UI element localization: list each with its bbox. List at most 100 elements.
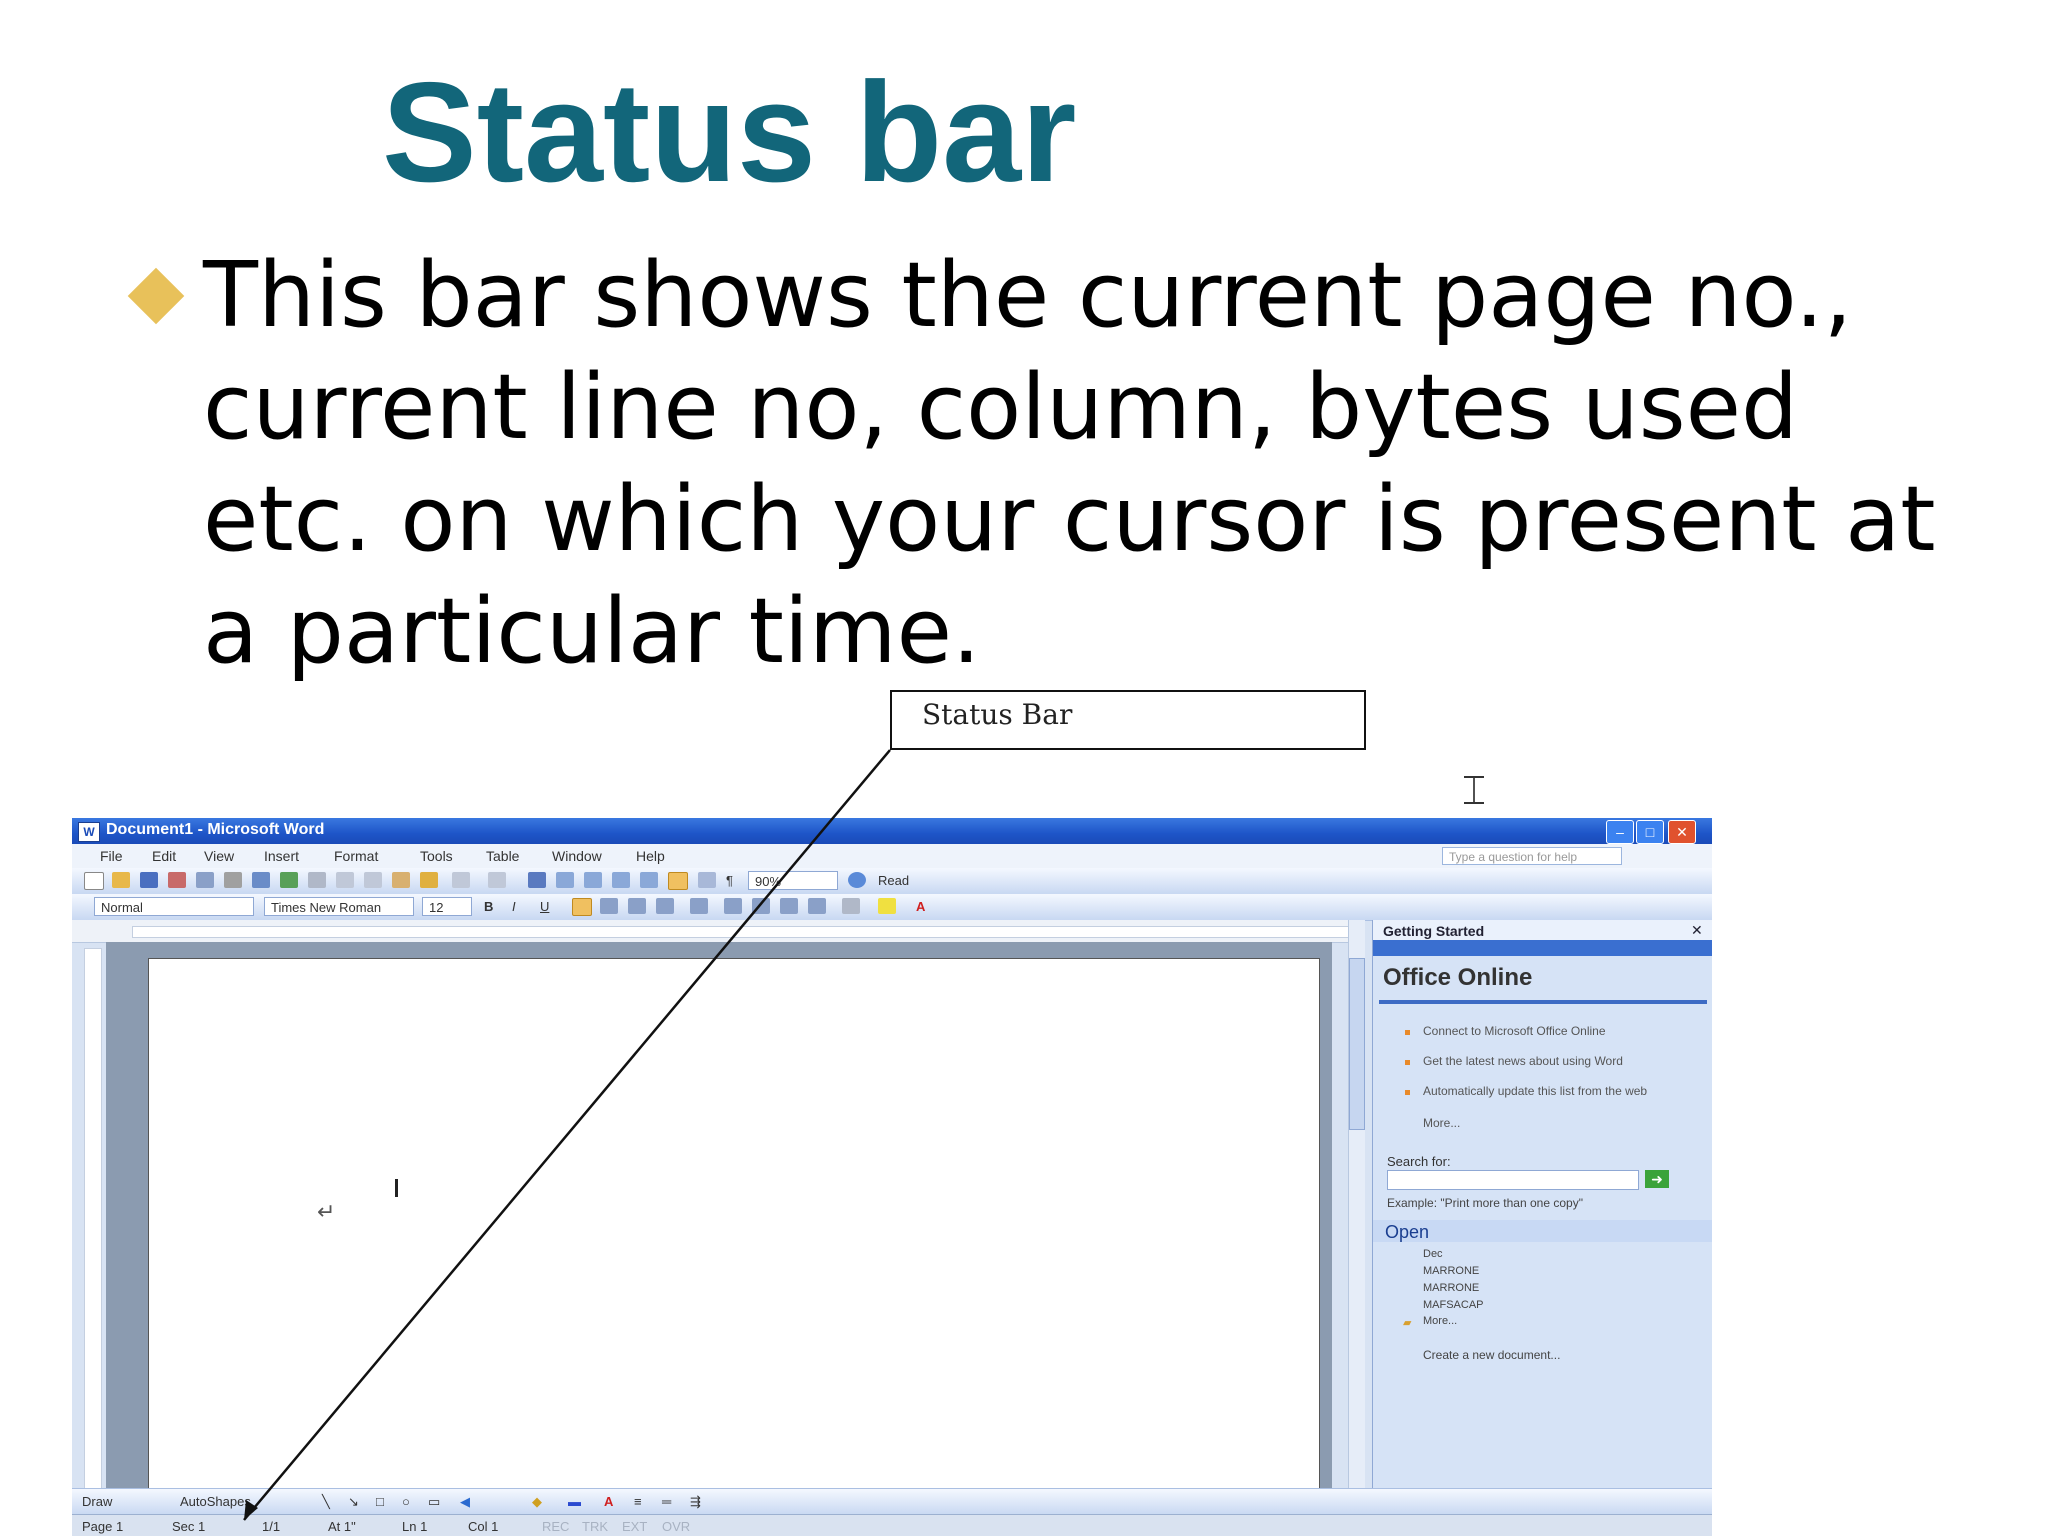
- undo-icon[interactable]: [452, 872, 470, 888]
- menu-table[interactable]: Table: [486, 848, 519, 864]
- fill-color-icon[interactable]: ◆: [532, 1494, 542, 1510]
- borders-icon[interactable]: [842, 898, 860, 914]
- draw-menu[interactable]: Draw: [82, 1494, 112, 1509]
- link-latest-news[interactable]: Get the latest news about using Word: [1423, 1054, 1703, 1068]
- vertical-ruler[interactable]: [84, 948, 102, 1490]
- menu-format[interactable]: Format: [334, 848, 378, 864]
- task-pane-nav[interactable]: [1373, 940, 1712, 956]
- status-pages: 1/1: [262, 1519, 281, 1534]
- paste-icon[interactable]: [392, 872, 410, 888]
- highlight-icon[interactable]: [878, 898, 896, 914]
- hyperlink-icon[interactable]: [528, 872, 546, 888]
- dash-style-icon[interactable]: ═: [662, 1494, 671, 1509]
- insert-table-icon[interactable]: [584, 872, 602, 888]
- vertical-scroll-thumb[interactable]: [1349, 958, 1365, 1130]
- font-select[interactable]: Times New Roman: [264, 897, 414, 916]
- format-painter-icon[interactable]: [420, 872, 438, 888]
- menu-file[interactable]: File: [100, 848, 123, 864]
- columns-icon[interactable]: [640, 872, 658, 888]
- minimize-button[interactable]: –: [1606, 820, 1634, 844]
- line-style-icon[interactable]: ≡: [634, 1494, 642, 1509]
- status-ovr[interactable]: OVR: [662, 1519, 690, 1534]
- bullets-icon[interactable]: [752, 898, 770, 914]
- word-window: W Document1 - Microsoft Word – □ ✕ File …: [72, 818, 1712, 1536]
- menu-tools[interactable]: Tools: [420, 848, 453, 864]
- spelling-icon[interactable]: [280, 872, 298, 888]
- increase-indent-icon[interactable]: [808, 898, 826, 914]
- bullet-diamond-icon: [127, 267, 185, 325]
- font-color-icon[interactable]: A: [916, 899, 925, 914]
- link-more[interactable]: More...: [1423, 1116, 1703, 1130]
- menu-edit[interactable]: Edit: [152, 848, 176, 864]
- close-icon[interactable]: ✕: [1691, 922, 1703, 939]
- arrow-style-icon[interactable]: ⇶: [690, 1494, 701, 1510]
- wordart-icon[interactable]: ◀: [460, 1494, 470, 1510]
- create-new-document-link[interactable]: Create a new document...: [1423, 1348, 1560, 1362]
- bold-icon[interactable]: B: [484, 899, 493, 914]
- style-select[interactable]: Normal: [94, 897, 254, 916]
- open-folder-icon[interactable]: [112, 872, 130, 888]
- permission-icon[interactable]: [168, 872, 186, 888]
- close-button[interactable]: ✕: [1668, 820, 1696, 844]
- numbering-icon[interactable]: [724, 898, 742, 914]
- line-color-icon[interactable]: ▬: [568, 1494, 581, 1509]
- textbox-icon[interactable]: ▭: [428, 1494, 440, 1510]
- recent-file[interactable]: Dec: [1423, 1248, 1443, 1260]
- recent-file[interactable]: MARRONE: [1423, 1265, 1479, 1277]
- menu-view[interactable]: View: [204, 848, 234, 864]
- tables-borders-icon[interactable]: [556, 872, 574, 888]
- open-more-link[interactable]: More...: [1423, 1315, 1457, 1327]
- task-pane-title[interactable]: Getting Started: [1383, 923, 1484, 939]
- arrow-icon[interactable]: ↘: [348, 1494, 359, 1510]
- rectangle-icon[interactable]: □: [376, 1494, 384, 1509]
- underline-icon[interactable]: U: [540, 899, 549, 914]
- help-search-input[interactable]: Type a question for help: [1442, 847, 1622, 865]
- maximize-button[interactable]: □: [1636, 820, 1664, 844]
- align-center-icon[interactable]: [600, 898, 618, 914]
- search-input[interactable]: [1387, 1170, 1639, 1190]
- draw-font-color-icon[interactable]: A: [604, 1494, 613, 1509]
- status-ext[interactable]: EXT: [622, 1519, 647, 1534]
- email-icon[interactable]: [196, 872, 214, 888]
- italic-icon[interactable]: I: [512, 899, 516, 914]
- line-spacing-icon[interactable]: [690, 898, 708, 914]
- menu-help[interactable]: Help: [636, 848, 665, 864]
- status-trk[interactable]: TRK: [582, 1519, 608, 1534]
- font-size-select[interactable]: 12: [422, 897, 472, 916]
- zoom-select[interactable]: 90%: [748, 871, 838, 890]
- print-preview-icon[interactable]: [252, 872, 270, 888]
- research-icon[interactable]: [308, 872, 326, 888]
- link-connect-office-online[interactable]: Connect to Microsoft Office Online: [1423, 1024, 1703, 1038]
- status-rec[interactable]: REC: [542, 1519, 569, 1534]
- align-right-icon[interactable]: [628, 898, 646, 914]
- drawing-toolbar: Draw AutoShapes ╲ ↘ □ ○ ▭ ◀ ◆ ▬ A ≡ ═ ⇶: [72, 1488, 1712, 1515]
- read-button[interactable]: Read: [878, 873, 909, 888]
- search-go-icon[interactable]: ➜: [1645, 1170, 1669, 1188]
- redo-icon[interactable]: [488, 872, 506, 888]
- drawing-icon[interactable]: [668, 872, 688, 890]
- oval-icon[interactable]: ○: [402, 1494, 410, 1509]
- show-hide-icon[interactable]: ¶: [726, 873, 733, 888]
- menu-window[interactable]: Window: [552, 848, 602, 864]
- recent-file[interactable]: MARRONE: [1423, 1282, 1479, 1294]
- copy-icon[interactable]: [364, 872, 382, 888]
- justify-icon[interactable]: [656, 898, 674, 914]
- horizontal-ruler[interactable]: [72, 920, 1364, 943]
- menu-insert[interactable]: Insert: [264, 848, 299, 864]
- new-document-icon[interactable]: [84, 872, 104, 890]
- help-icon[interactable]: [848, 872, 866, 888]
- autoshapes-menu[interactable]: AutoShapes: [180, 1494, 251, 1509]
- save-icon[interactable]: [140, 872, 158, 888]
- align-left-icon[interactable]: [572, 898, 592, 916]
- recent-file[interactable]: MAFSACAP: [1423, 1299, 1484, 1311]
- cut-icon[interactable]: [336, 872, 354, 888]
- link-auto-update[interactable]: Automatically update this list from the …: [1423, 1084, 1703, 1098]
- decrease-indent-icon[interactable]: [780, 898, 798, 914]
- standard-toolbar: ¶ 90% Read: [72, 868, 1712, 895]
- print-icon[interactable]: [224, 872, 242, 888]
- insert-excel-icon[interactable]: [612, 872, 630, 888]
- document-page[interactable]: ↵: [148, 958, 1320, 1492]
- title-bar[interactable]: W Document1 - Microsoft Word – □ ✕: [72, 818, 1712, 844]
- document-map-icon[interactable]: [698, 872, 716, 888]
- line-icon[interactable]: ╲: [322, 1494, 330, 1510]
